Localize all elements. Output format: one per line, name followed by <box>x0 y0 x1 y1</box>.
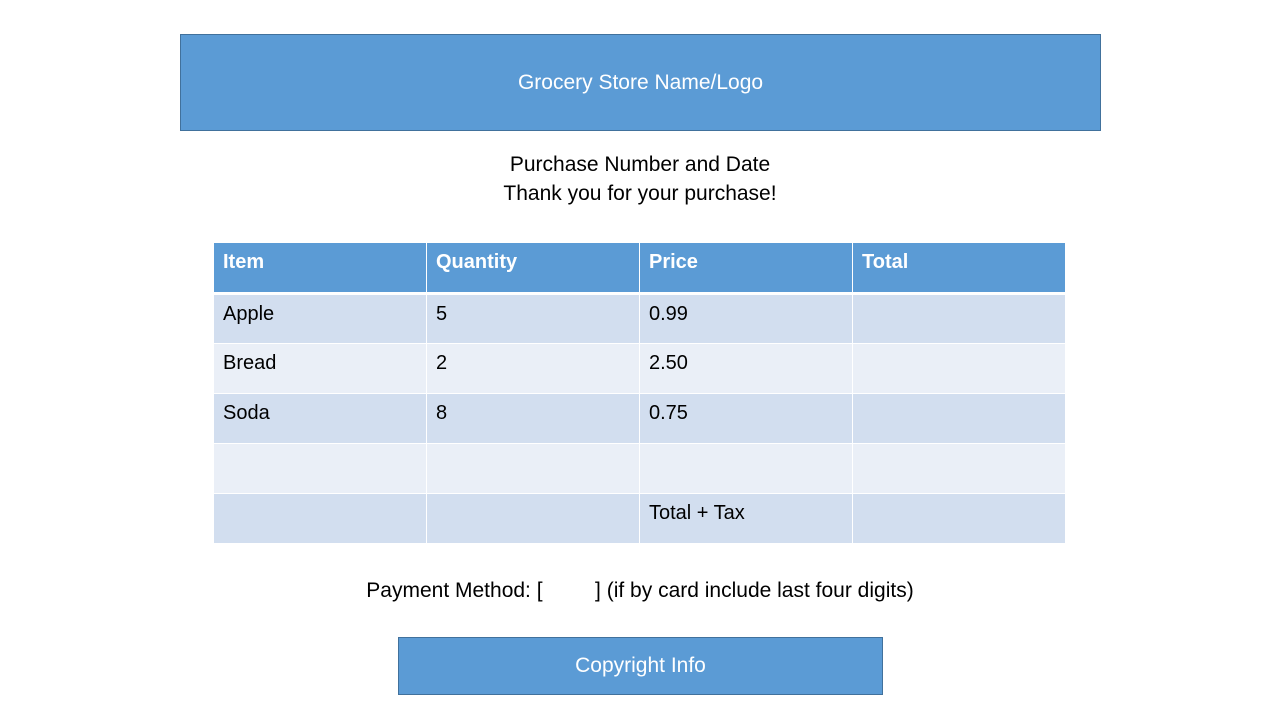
cell-quantity <box>426 493 640 544</box>
table-row: Apple 5 0.99 <box>213 293 1066 344</box>
cell-total <box>852 443 1066 494</box>
cell-item: Bread <box>213 343 427 394</box>
cell-price: 2.50 <box>639 343 853 394</box>
cell-quantity: 2 <box>426 343 640 394</box>
purchase-info: Purchase Number and Date Thank you for y… <box>0 150 1280 208</box>
column-header-quantity: Quantity <box>426 242 640 295</box>
cell-price: 0.99 <box>639 293 853 344</box>
column-header-price: Price <box>639 242 853 295</box>
cell-item <box>213 443 427 494</box>
cell-total-tax-label: Total + Tax <box>639 493 853 544</box>
table-row-total-tax: Total + Tax <box>213 493 1066 544</box>
cell-total <box>852 343 1066 394</box>
cell-price: 0.75 <box>639 393 853 444</box>
purchase-number-date: Purchase Number and Date <box>509 153 771 176</box>
store-header: Grocery Store Name/Logo <box>180 34 1101 131</box>
cell-item <box>213 493 427 544</box>
column-header-total: Total <box>852 242 1066 295</box>
copyright-footer: Copyright Info <box>398 637 883 695</box>
thank-you-message: Thank you for your purchase! <box>503 182 777 205</box>
cell-total <box>852 393 1066 444</box>
copyright-text: Copyright Info <box>575 654 706 677</box>
cell-item: Soda <box>213 393 427 444</box>
receipt-slide: Grocery Store Name/Logo Purchase Number … <box>0 0 1280 720</box>
cell-price <box>639 443 853 494</box>
cell-quantity: 5 <box>426 293 640 344</box>
cell-quantity <box>426 443 640 494</box>
table-header-row: Item Quantity Price Total <box>213 242 1066 295</box>
table-row <box>213 443 1066 494</box>
cell-total-tax-value <box>852 493 1066 544</box>
cell-total <box>852 293 1066 344</box>
store-name-logo: Grocery Store Name/Logo <box>517 70 764 94</box>
column-header-item: Item <box>213 242 427 295</box>
table-row: Soda 8 0.75 <box>213 393 1066 444</box>
items-table: Item Quantity Price Total Apple 5 0.99 B… <box>213 242 1066 544</box>
cell-quantity: 8 <box>426 393 640 444</box>
cell-item: Apple <box>213 293 427 344</box>
table-row: Bread 2 2.50 <box>213 343 1066 394</box>
payment-method-line: Payment Method: [ ] (if by card include … <box>366 579 914 602</box>
